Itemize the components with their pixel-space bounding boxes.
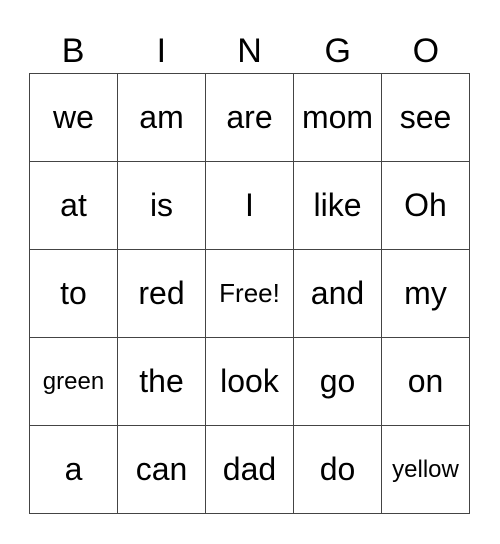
bingo-cell[interactable]: a (30, 426, 118, 514)
bingo-cell[interactable]: yellow (382, 426, 470, 514)
bingo-header: B I N G O (29, 30, 470, 73)
bingo-cell[interactable]: my (382, 250, 470, 338)
bingo-cell[interactable]: go (294, 338, 382, 426)
bingo-cell[interactable]: can (118, 426, 206, 514)
bingo-cell[interactable]: to (30, 250, 118, 338)
bingo-card-grid: we am are mom see at is I like Oh to red… (29, 73, 470, 514)
bingo-cell[interactable]: red (118, 250, 206, 338)
bingo-cell[interactable]: we (30, 74, 118, 162)
header-letter-n: N (237, 32, 262, 70)
header-letter-b: B (61, 32, 85, 70)
bingo-cell[interactable]: do (294, 426, 382, 514)
bingo-cell[interactable]: dad (206, 426, 294, 514)
bingo-cell[interactable]: are (206, 74, 294, 162)
bingo-cell[interactable]: look (206, 338, 294, 426)
header-letter-g: G (324, 32, 351, 70)
header-letter-o: O (412, 32, 440, 70)
bingo-cell[interactable]: and (294, 250, 382, 338)
bingo-cell[interactable]: on (382, 338, 470, 426)
bingo-cell[interactable]: mom (294, 74, 382, 162)
bingo-cell[interactable]: like (294, 162, 382, 250)
bingo-cell[interactable]: Oh (382, 162, 470, 250)
header-letter-i: I (156, 32, 167, 70)
bingo-cell[interactable]: see (382, 74, 470, 162)
bingo-cell[interactable]: the (118, 338, 206, 426)
free-space-cell[interactable]: Free! (206, 250, 294, 338)
bingo-cell[interactable]: green (30, 338, 118, 426)
bingo-cell[interactable]: at (30, 162, 118, 250)
bingo-cell[interactable]: am (118, 74, 206, 162)
bingo-cell[interactable]: I (206, 162, 294, 250)
bingo-cell[interactable]: is (118, 162, 206, 250)
